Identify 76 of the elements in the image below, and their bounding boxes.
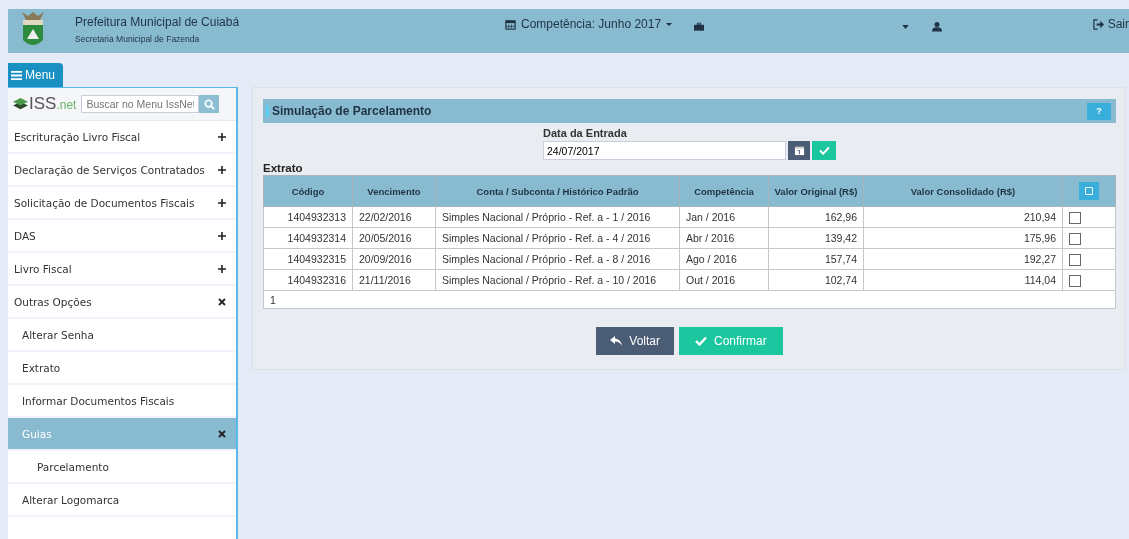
user-icon[interactable]: [932, 21, 943, 32]
expand-icon[interactable]: [218, 264, 226, 273]
back-button[interactable]: Voltar: [596, 327, 674, 355]
column-header: Valor Original (R$): [768, 175, 864, 207]
table-cell: Simples Nacional / Próprio - Ref. a - 4 / 2016: [435, 227, 680, 249]
checkmark-icon: [695, 336, 707, 346]
table-cell: Simples Nacional / Próprio - Ref. a - 1 / 2016: [435, 206, 680, 228]
logout-icon: [1092, 18, 1104, 30]
panel-title: Simulação de Parcelamento: [272, 104, 433, 118]
expand-icon[interactable]: [218, 198, 226, 207]
menu-button[interactable]: Menu: [8, 63, 64, 87]
search-icon: [203, 98, 215, 110]
column-header: Competência: [679, 175, 769, 207]
table-cell: Ago / 2016: [679, 248, 769, 270]
column-header: Valor Consolidado (R$): [863, 175, 1063, 207]
select-all-button[interactable]: [1079, 182, 1099, 200]
checkmark-icon: [818, 146, 830, 155]
page-number[interactable]: 1: [270, 293, 276, 306]
row-checkbox[interactable]: [1069, 253, 1081, 266]
table-cell: 1404932313: [263, 206, 353, 228]
table-cell: 1404932315: [263, 248, 353, 270]
table-cell: 102,74: [768, 269, 864, 291]
calendar-button[interactable]: [788, 141, 810, 160]
expand-icon[interactable]: [218, 165, 226, 174]
table-cell: Abr / 2016: [679, 227, 769, 249]
header-subtitle: Secretaria Municipal de Fazenda: [75, 34, 201, 44]
sidebar-menu-item[interactable]: Declaração de Serviços Contratados: [8, 154, 236, 187]
period-dropdown[interactable]: Competência: Junho 2017: [505, 17, 673, 31]
menu-icon: [11, 69, 22, 81]
collapse-icon[interactable]: [218, 297, 226, 306]
reply-arrow-icon: [610, 336, 623, 346]
sidebar-menu-item[interactable]: Solicitação de Documentos Fiscais: [8, 187, 236, 220]
table-cell: 1404932314: [263, 227, 353, 249]
calendar-icon: [793, 145, 805, 156]
row-checkbox[interactable]: [1069, 211, 1081, 224]
table-cell: Jan / 2016: [679, 206, 769, 228]
table-cell: 114,04: [863, 269, 1063, 291]
table-cell: Out / 2016: [679, 269, 769, 291]
column-header: Vencimento: [352, 175, 436, 207]
sidebar-menu-item[interactable]: Alterar Logomarca: [8, 484, 236, 517]
expand-icon[interactable]: [218, 132, 226, 141]
sidebar-menu-item[interactable]: Parcelamento: [8, 451, 236, 484]
column-header: Conta / Subconta / Histórico Padrão: [435, 175, 680, 207]
table-cell: 20/05/2016: [352, 227, 436, 249]
date-field[interactable]: 24/07/2017: [543, 141, 786, 160]
section-title: Extrato: [263, 162, 304, 174]
header-title: Prefeitura Municipal de Cuiabá: [75, 15, 241, 29]
table-cell: 21/11/2016: [352, 269, 436, 291]
caret-icon[interactable]: [902, 25, 910, 29]
table-cell: 175,96: [863, 227, 1063, 249]
logout-link[interactable]: Sair: [1092, 17, 1129, 31]
sidebar-menu-item[interactable]: Alterar Senha: [8, 319, 236, 352]
table-cell: 162,96: [768, 206, 864, 228]
sidebar-menu-item[interactable]: Escrituração Livro Fiscal: [8, 121, 236, 154]
table-cell: 20/09/2016: [352, 248, 436, 270]
briefcase-icon[interactable]: [694, 22, 705, 31]
date-label: Data da Entrada: [543, 127, 628, 139]
table-cell: 157,74: [768, 248, 864, 270]
table-cell: 22/02/2016: [352, 206, 436, 228]
column-header: Código: [263, 175, 353, 207]
table-cell: 139,42: [768, 227, 864, 249]
row-checkbox[interactable]: [1069, 274, 1081, 287]
row-checkbox[interactable]: [1069, 232, 1081, 245]
table-cell: Simples Nacional / Próprio - Ref. a - 8 / 2016: [435, 248, 680, 270]
collapse-icon[interactable]: [218, 429, 226, 438]
table-cell: 210,94: [863, 206, 1063, 228]
calendar-icon: [505, 18, 516, 30]
sidebar-menu-item[interactable]: Extrato: [8, 352, 236, 385]
expand-icon[interactable]: [218, 231, 226, 240]
table-cell: 1404932316: [263, 269, 353, 291]
sidebar-menu-item[interactable]: Outras Opções: [8, 286, 236, 319]
table-cell: 192,27: [863, 248, 1063, 270]
iss-logo: ISS.net: [13, 94, 77, 114]
sidebar-menu-item[interactable]: Livro Fiscal: [8, 253, 236, 286]
table-cell: Simples Nacional / Próprio - Ref. a - 10 / 2016: [435, 269, 680, 291]
sidebar-menu-item[interactable]: DAS: [8, 220, 236, 253]
